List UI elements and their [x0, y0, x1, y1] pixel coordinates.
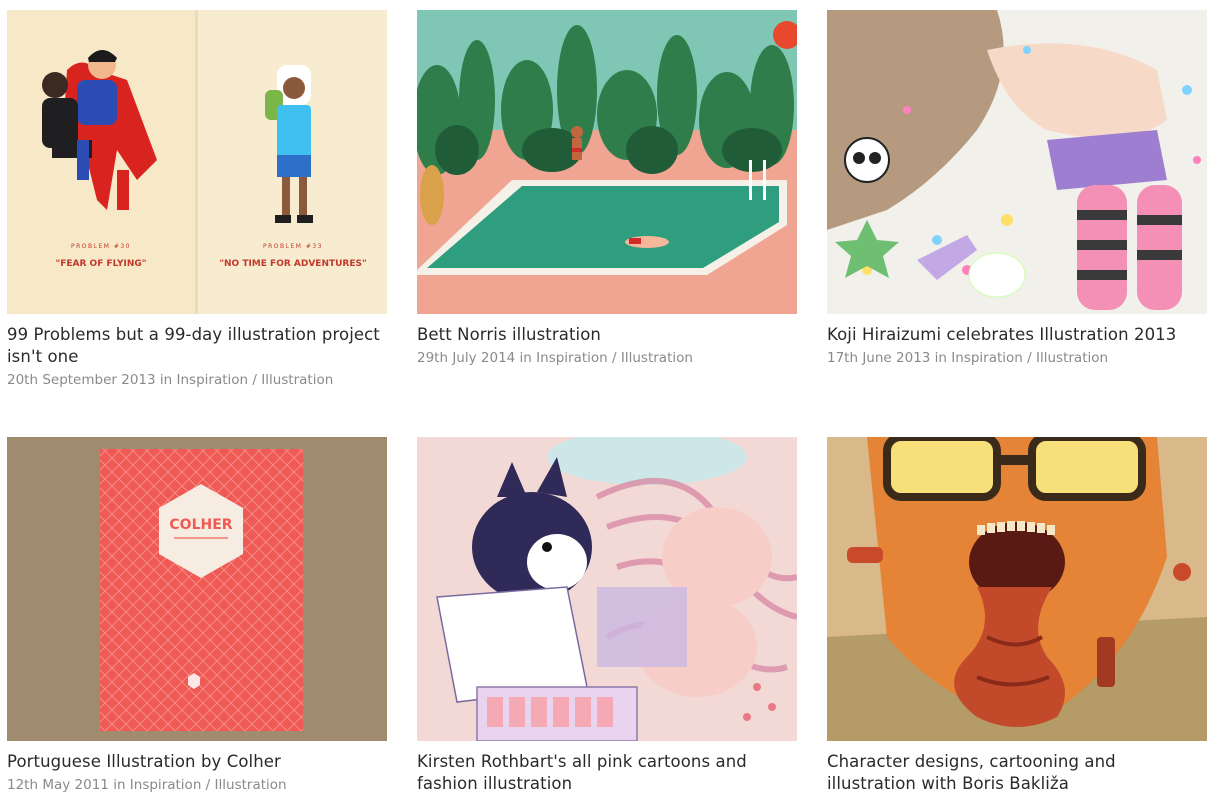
post-meta: 17th June 2013 in Inspiration / Illustra…	[827, 349, 1207, 368]
category-separator: /	[252, 372, 257, 388]
subcategory-link[interactable]: Illustration	[215, 777, 287, 793]
category-link[interactable]: Inspiration	[951, 350, 1023, 366]
post-thumbnail-link[interactable]	[417, 437, 797, 741]
post-card: Bett Norris illustration 29th July 2014 …	[417, 10, 797, 368]
post-date: 17th June 2013	[827, 350, 931, 366]
post-card: Koji Hiraizumi celebrates Illustration 2…	[827, 10, 1207, 368]
post-date: 12th May 2011	[7, 777, 109, 793]
post-meta-in: in	[159, 372, 173, 388]
post-thumbnail-link[interactable]	[417, 10, 797, 314]
category-link[interactable]: Inspiration	[177, 372, 249, 388]
post-title-link[interactable]: Koji Hiraizumi celebrates Illustration 2…	[827, 324, 1207, 346]
post-thumbnail-image: COLHER	[7, 437, 387, 741]
post-thumbnail-image	[827, 10, 1207, 314]
post-card: PROBLEM #30 "FEAR OF FLYING" PROBLEM #33…	[7, 10, 387, 390]
post-date: 29th July 2014	[417, 350, 516, 366]
subcategory-link[interactable]: Illustration	[261, 372, 333, 388]
post-meta: 12th May 2011 in Inspiration / Illustrat…	[7, 776, 387, 795]
subcategory-link[interactable]: Illustration	[621, 350, 693, 366]
post-meta: 29th July 2014 in Inspiration / Illustra…	[417, 349, 797, 368]
post-meta: 20th September 2013 in Inspiration / Ill…	[7, 371, 387, 390]
post-card: Kirsten Rothbart's all pink cartoons and…	[417, 437, 797, 795]
post-thumbnail-link[interactable]	[827, 437, 1207, 741]
book-label: COLHER	[169, 517, 232, 533]
category-link[interactable]: Inspiration	[536, 350, 608, 366]
post-thumbnail-image	[827, 437, 1207, 741]
post-meta-in: in	[519, 350, 532, 366]
post-thumbnail-image: PROBLEM #30 "FEAR OF FLYING" PROBLEM #33…	[7, 10, 387, 314]
thumbnail-caption-small: PROBLEM #30	[71, 243, 131, 250]
post-thumbnail-image	[417, 437, 797, 741]
post-title-link[interactable]: Portuguese Illustration by Colher	[7, 751, 387, 773]
category-link[interactable]: Inspiration	[130, 777, 202, 793]
post-title-link[interactable]: Bett Norris illustration	[417, 324, 797, 346]
thumbnail-caption: "FEAR OF FLYING"	[56, 259, 147, 269]
post-thumbnail-link[interactable]: PROBLEM #30 "FEAR OF FLYING" PROBLEM #33…	[7, 10, 387, 314]
thumbnail-caption: "NO TIME FOR ADVENTURES"	[219, 259, 366, 269]
post-title-link[interactable]: Kirsten Rothbart's all pink cartoons and…	[417, 751, 797, 795]
post-date: 20th September 2013	[7, 372, 156, 388]
category-separator: /	[1027, 350, 1032, 366]
post-card: Character designs, cartooning and illust…	[827, 437, 1207, 795]
thumbnail-caption-small: PROBLEM #33	[263, 243, 323, 250]
post-meta-in: in	[113, 777, 126, 793]
category-separator: /	[205, 777, 211, 793]
post-thumbnail-link[interactable]: COLHER	[7, 437, 387, 741]
post-meta-in: in	[934, 350, 947, 366]
post-grid: PROBLEM #30 "FEAR OF FLYING" PROBLEM #33…	[0, 0, 1213, 795]
post-title-link[interactable]: Character designs, cartooning and illust…	[827, 751, 1207, 795]
post-title-link[interactable]: 99 Problems but a 99-day illustration pr…	[7, 324, 387, 368]
post-card: COLHER Portuguese Illustration by Colher…	[7, 437, 387, 795]
post-thumbnail-image	[417, 10, 797, 314]
subcategory-link[interactable]: Illustration	[1036, 350, 1108, 366]
category-separator: /	[612, 350, 617, 366]
post-thumbnail-link[interactable]	[827, 10, 1207, 314]
